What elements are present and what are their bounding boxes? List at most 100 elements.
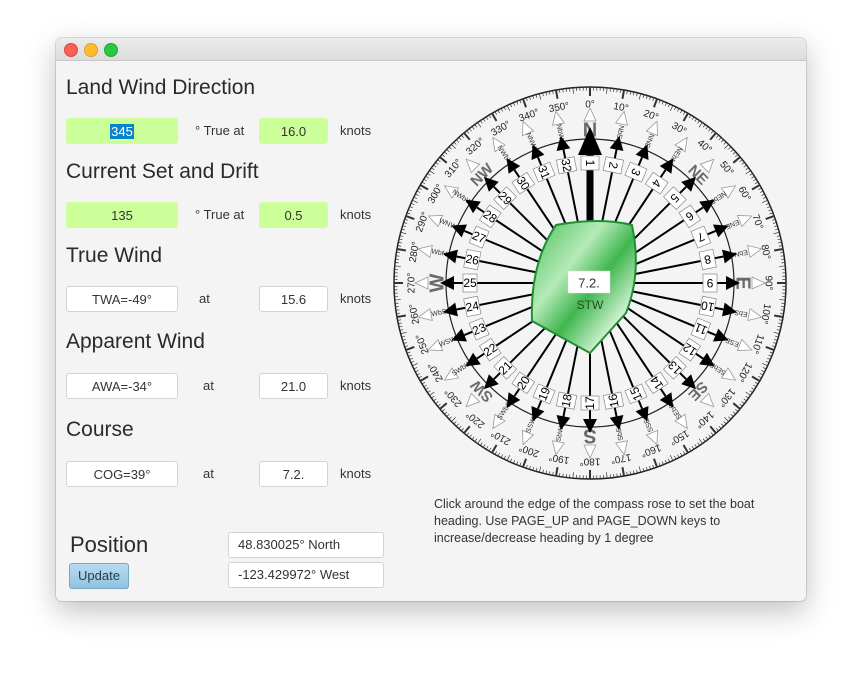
degree-tick [572,472,574,479]
degree-tick [702,438,706,442]
course-speed-field[interactable]: 7.2. [259,461,328,487]
degree-tick [739,403,743,407]
degree-tick [506,455,511,461]
degree-tick [716,134,719,138]
course-cog-field[interactable]: COG=39° [66,461,178,487]
degree-tick [405,215,415,220]
land-wind-direction-input[interactable]: 345 [66,118,178,144]
degree-tick [396,247,407,252]
degree-tick [751,175,755,179]
degree-tick [485,116,489,120]
degree-tick [423,178,427,182]
minimize-button[interactable] [84,43,98,57]
degree-label: 50° [717,159,735,178]
degree-tick [697,442,700,446]
degree-tick [416,373,421,376]
point-label: NNE [642,132,654,149]
degree-label: 110° [749,333,766,356]
degree-label: 260° [408,303,422,325]
degree-tick [427,390,431,393]
degree-tick [500,454,503,458]
degree-tick [437,159,441,163]
close-button[interactable] [64,43,78,57]
degree-tick [441,409,445,412]
degree-tick [762,367,767,370]
degree-label: 250° [414,332,431,355]
true-wind-unit-label: knots [340,291,372,306]
degree-label: 100° [758,303,772,325]
degree-label: 340° [518,107,541,124]
degree-tick [538,93,542,100]
degree-tick [688,447,692,452]
degree-tick [691,116,695,120]
compass-rose[interactable]: 0° 10°20°30°40°50°60°70°80°90°100°110°120… [386,78,796,488]
degree-tick [674,455,677,460]
degree-tick [446,149,450,152]
degree-label: 220° [464,408,487,430]
degree-tick [765,215,775,220]
degree-tick [653,98,658,108]
apparent-wind-unit-label: knots [340,378,372,393]
degree-tick [453,421,457,425]
degree-tick [471,436,475,440]
degree-tick [469,128,472,132]
degree-tick [758,376,762,379]
degree-tick [425,175,429,179]
point-number: 1 [583,160,597,167]
degree-tick [500,108,503,112]
degree-tick [741,401,745,404]
degree-tick [754,181,759,185]
degree-tick [491,112,498,122]
degree-tick [423,384,427,388]
degree-tick [708,434,711,438]
degree-label: 210° [489,427,512,447]
current-true-at-label: ° True at [195,207,245,222]
true-wind-angle-field[interactable]: TWA=-49° [66,286,178,312]
degree-tick [431,167,435,171]
degree-tick [708,128,711,132]
degree-tick [683,111,686,115]
degree-tick [572,87,574,94]
degree-label: 160° [639,441,662,458]
longitude-input[interactable]: -123.429972° West [228,562,384,588]
land-wind-speed-input[interactable]: 16.0 [259,118,328,144]
current-set-input[interactable]: 135 [66,202,178,228]
degree-tick [762,199,768,204]
degree-tick [724,144,729,149]
degree-tick [761,370,765,373]
latitude-input[interactable]: 48.830025° North [228,532,384,558]
degree-tick [497,452,500,457]
degree-tick [762,362,768,367]
degree-tick [485,446,489,450]
selected-text: 345 [110,124,134,139]
degree-tick [412,362,418,367]
degree-tick [758,187,762,190]
zoom-button[interactable] [104,43,118,57]
degree-tick [773,314,784,319]
degree-tick [488,447,492,452]
degree-tick [745,170,751,175]
degree-tick [779,299,786,301]
update-button[interactable]: Update [69,563,129,589]
land-wind-unit-label: knots [340,123,372,138]
degree-tick [753,178,757,182]
degree-tick [474,124,478,128]
degree-tick [441,154,445,157]
degree-tick [435,401,439,404]
degree-tick [753,384,757,388]
degree-tick [419,375,429,382]
point-label: EbS [734,308,749,318]
degree-tick [677,454,680,458]
apparent-wind-angle-field[interactable]: AWA=-34° [66,373,178,399]
degree-tick [683,451,686,455]
degree-label: 60° [735,185,752,204]
degree-tick [400,231,407,235]
current-drift-input[interactable]: 0.5 [259,202,328,228]
degree-tick [429,391,435,396]
apparent-wind-speed-field[interactable]: 21.0 [259,373,328,399]
degree-tick [680,109,683,114]
degree-tick [494,111,497,115]
course-at-label: at [203,466,214,481]
degree-tick [469,434,472,438]
true-wind-speed-field[interactable]: 15.6 [259,286,328,312]
